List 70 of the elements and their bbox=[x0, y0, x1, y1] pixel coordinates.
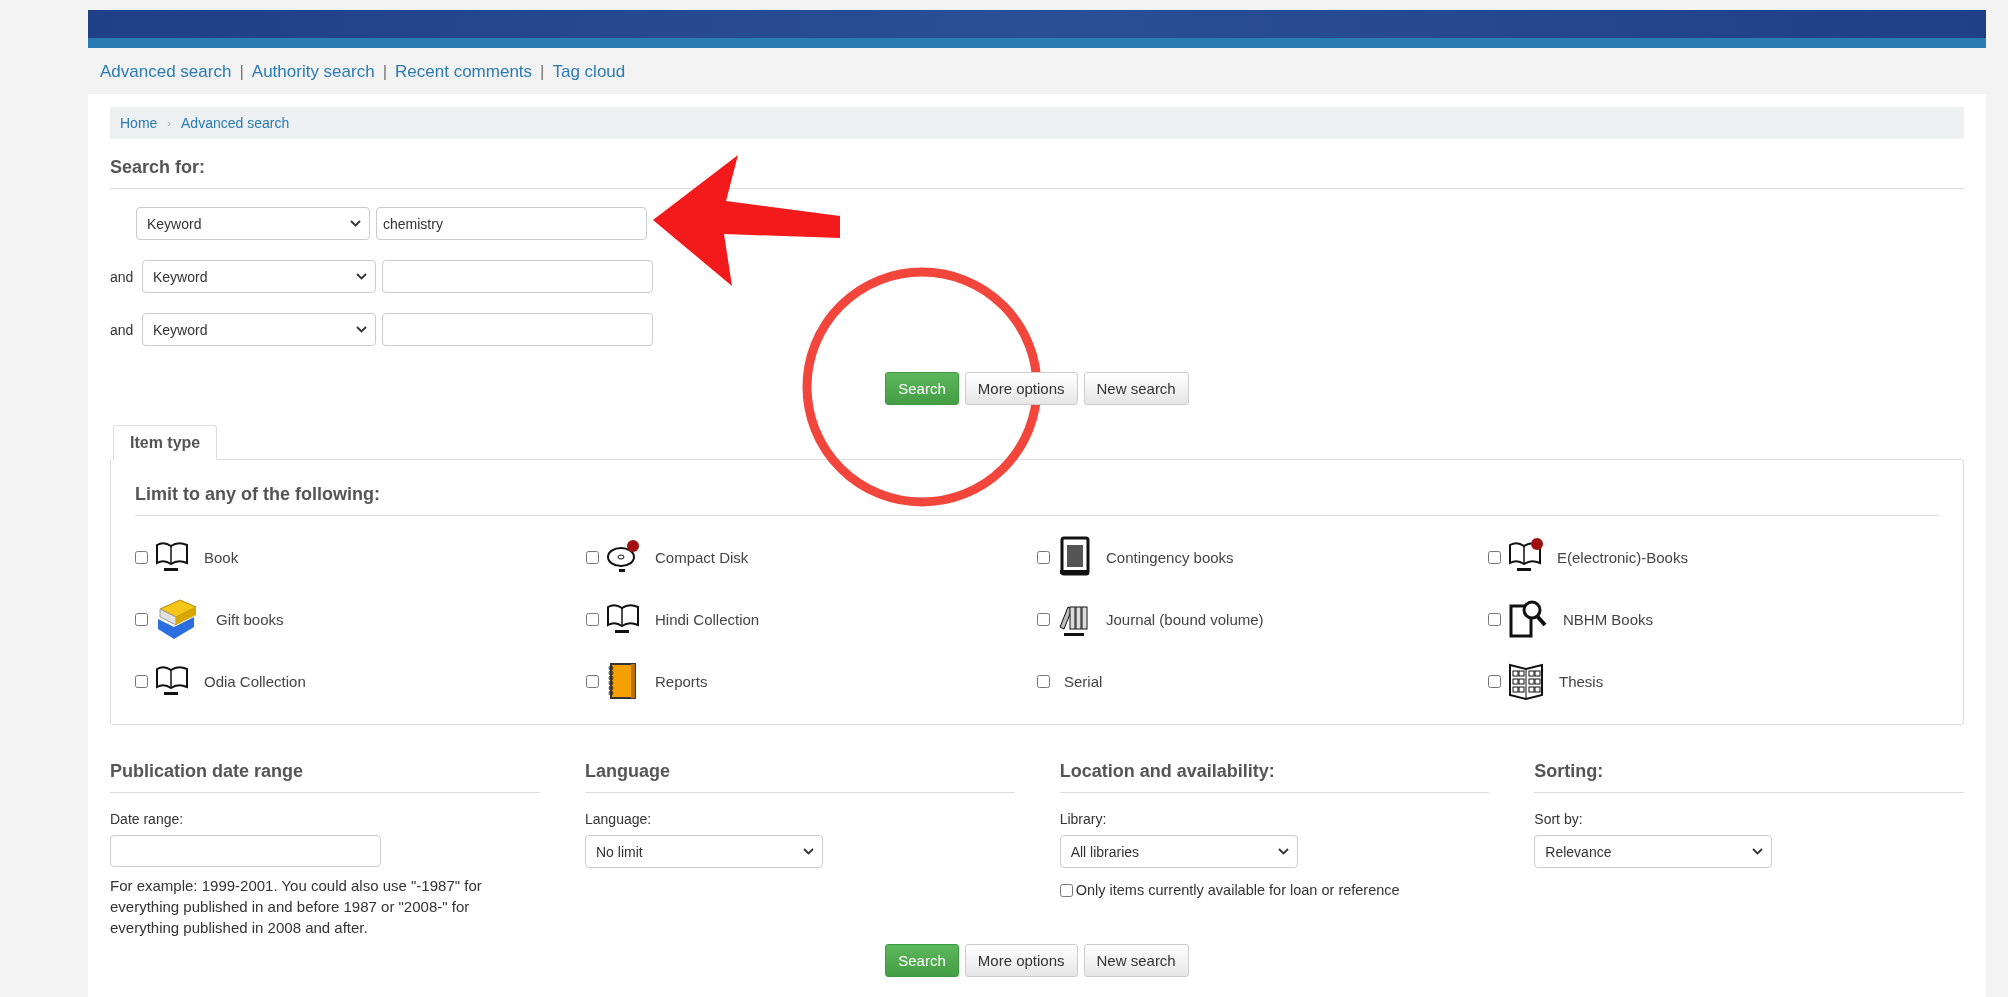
checkbox[interactable] bbox=[586, 674, 599, 688]
operator-label: and bbox=[110, 268, 135, 285]
chevron-icon bbox=[350, 220, 361, 227]
checkbox[interactable] bbox=[1488, 674, 1501, 688]
field-dropdown[interactable]: Keyword bbox=[142, 313, 376, 346]
nav-link[interactable]: Tag cloud bbox=[552, 62, 626, 82]
item-type-label: Compact Disk bbox=[655, 548, 749, 566]
section-heading: Location and availability: bbox=[1059, 743, 1490, 793]
field-label: Date range: bbox=[110, 811, 185, 827]
magnified-book-icon bbox=[1507, 598, 1549, 640]
item-type-label: Serial bbox=[1064, 672, 1103, 690]
checkbox[interactable] bbox=[1037, 612, 1050, 626]
field-dropdown[interactable]: Keyword bbox=[136, 207, 370, 240]
breadcrumb-separator: › bbox=[167, 117, 172, 129]
panel-heading: Limit to any of the following: bbox=[135, 466, 1939, 516]
chevron-icon bbox=[1752, 848, 1764, 855]
field-label: Language: bbox=[585, 811, 653, 827]
nav-link[interactable]: Authority search bbox=[251, 62, 375, 82]
item-type-label: E(electronic)-Books bbox=[1557, 548, 1688, 566]
chevron-icon bbox=[803, 848, 814, 855]
more-options-button[interactable]: More options bbox=[964, 372, 1078, 405]
item-type-label: NBHM Books bbox=[1563, 610, 1654, 628]
help-text: For example: 1999-2001. You could also use "-1987" for everything published in and before 1987 or "2008-" for everything published in 2008 and after. bbox=[110, 876, 483, 938]
section-heading: Publication date range bbox=[110, 743, 540, 793]
checkbox[interactable] bbox=[1488, 550, 1501, 564]
date-field[interactable] bbox=[110, 835, 381, 867]
checkbox-label: Only items currently available for loan or reference bbox=[1075, 882, 1400, 898]
select-dropdown[interactable]: No limit bbox=[585, 835, 823, 868]
item-type-label: Gift books bbox=[216, 610, 284, 628]
breadcrumb-link[interactable]: Home bbox=[120, 115, 158, 131]
field-dropdown[interactable]: Keyword bbox=[142, 260, 376, 293]
section-heading: Language bbox=[585, 743, 1015, 793]
checkbox[interactable] bbox=[135, 550, 148, 564]
select-dropdown[interactable]: All libraries bbox=[1059, 835, 1298, 868]
checkbox[interactable] bbox=[586, 612, 599, 626]
item-type-label: Hindi Collection bbox=[655, 610, 760, 628]
new-search-button[interactable]: New search bbox=[1083, 372, 1189, 405]
checkbox[interactable] bbox=[1037, 550, 1050, 564]
checkbox[interactable] bbox=[586, 550, 599, 564]
nav-link[interactable]: Advanced search bbox=[100, 62, 232, 82]
item-type-label: Journal (bound volume) bbox=[1106, 610, 1264, 628]
item-type-label: Book bbox=[204, 548, 239, 566]
checkbox[interactable] bbox=[135, 674, 148, 688]
checkbox[interactable] bbox=[135, 612, 148, 626]
chevron-icon bbox=[356, 326, 367, 333]
operator-label: and bbox=[110, 321, 135, 338]
chevron-icon bbox=[356, 273, 367, 280]
search-field[interactable] bbox=[382, 260, 653, 293]
item-type-label: Contingency books bbox=[1106, 548, 1234, 566]
checkbox[interactable] bbox=[1059, 883, 1073, 897]
field-label: Library: bbox=[1059, 811, 1108, 827]
item-type-label: Odia Collection bbox=[204, 672, 306, 690]
new-search-button[interactable]: New search bbox=[1083, 944, 1189, 977]
field-label: Sort by: bbox=[1534, 811, 1584, 827]
chevron-icon bbox=[1277, 848, 1289, 855]
select-dropdown[interactable]: Relevance bbox=[1534, 835, 1773, 868]
tab[interactable]: Item type bbox=[113, 425, 218, 460]
section-heading: Sorting: bbox=[1534, 743, 1964, 793]
checkbox[interactable] bbox=[1488, 612, 1501, 626]
more-options-button[interactable]: More options bbox=[964, 944, 1078, 977]
checkbox[interactable] bbox=[1037, 674, 1050, 688]
item-type-label: Thesis bbox=[1559, 672, 1604, 690]
search-field[interactable] bbox=[382, 313, 653, 346]
breadcrumb-link[interactable]: Advanced search bbox=[181, 115, 290, 131]
item-type-label: Reports bbox=[655, 672, 708, 690]
nav-link[interactable]: Recent comments bbox=[395, 62, 533, 82]
separator: | bbox=[239, 62, 244, 82]
search-field[interactable]: chemistry bbox=[376, 207, 647, 240]
separator: | bbox=[382, 62, 388, 82]
separator: | bbox=[540, 62, 545, 82]
